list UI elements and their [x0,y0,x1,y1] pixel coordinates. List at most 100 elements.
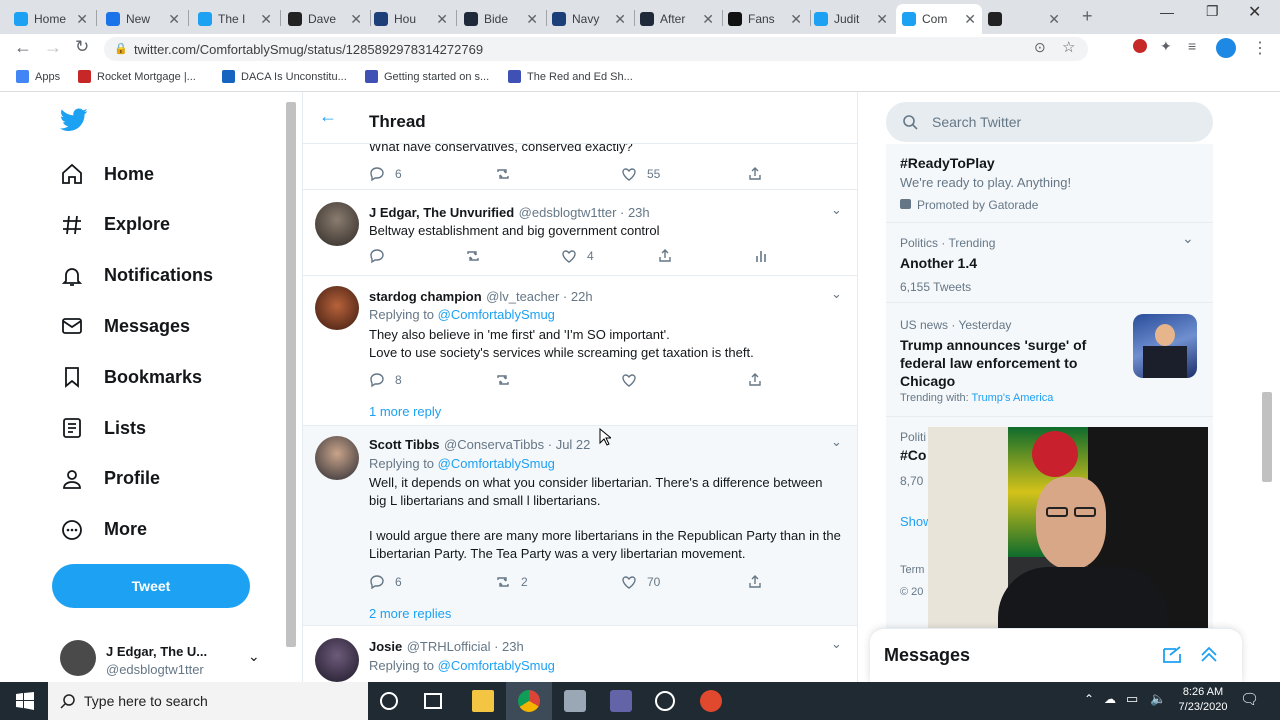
retweet-button[interactable]: 2 [495,574,621,590]
back-arrow-icon[interactable]: ← [319,106,337,127]
browser-tab[interactable]: After ✕ [634,4,720,34]
tweet-author[interactable]: J Edgar, The Unvurified [369,205,514,220]
trend-meta-link[interactable]: Trump's America [972,392,1054,404]
browser-tab[interactable]: Navy ✕ [546,4,632,34]
browser-tab[interactable]: Hou ✕ [368,4,454,34]
reply-button[interactable]: 6 [369,574,495,590]
tab-close-icon[interactable]: ✕ [964,11,976,28]
browser-tab[interactable]: Bide ✕ [458,4,544,34]
tab-close-icon[interactable]: ✕ [526,11,538,28]
new-message-icon[interactable] [1162,645,1184,665]
sidebar-item-notifications[interactable]: Notifications [60,264,213,288]
tweet-item[interactable]: stardog champion @lv_teacher · 22h ⌄ Rep… [303,276,857,426]
chrome-taskbar-active[interactable] [506,682,552,720]
bookmark-item[interactable]: The Red and Ed Sh... [508,70,633,83]
sidebar-item-explore[interactable]: Explore [60,213,170,237]
retweet-button[interactable] [465,248,561,264]
clock[interactable]: 8:26 AM 7/23/2020 [1174,685,1232,715]
menu-kebab-icon[interactable]: ⋮ [1252,38,1268,58]
analytics-button[interactable] [753,248,793,264]
share-button[interactable] [747,372,857,388]
windows-start-icon[interactable] [16,692,34,710]
share-button[interactable] [747,166,857,182]
mention-link[interactable]: @ComfortablySmug [438,456,555,471]
trend-title[interactable]: #Co [900,446,926,464]
new-tab-button[interactable]: + [1082,6,1093,27]
location-icon[interactable]: ⊙ [1034,39,1046,56]
chevron-down-icon[interactable]: ⌄ [831,434,842,450]
bookmark-item[interactable]: Getting started on s... [365,70,489,83]
like-button[interactable] [621,372,747,388]
browser-tab[interactable]: Judit ✕ [808,4,894,34]
tab-close-icon[interactable]: ✕ [1048,11,1060,28]
notification-center-icon[interactable]: 🗨 [1240,690,1259,708]
chevron-down-icon[interactable]: ⌄ [831,286,842,302]
chevron-down-icon[interactable]: ⌄ [1182,230,1194,247]
tweet-item[interactable]: Josie @TRHLofficial · 23h ⌄ Replying to … [303,626,857,682]
browser-tab[interactable]: The I ✕ [192,4,278,34]
tab-close-icon[interactable]: ✕ [168,11,180,28]
browser-tab[interactable]: New ✕ [100,4,186,34]
app-icon[interactable] [610,690,632,712]
back-arrow-icon[interactable]: ← [14,37,32,58]
chevron-down-icon[interactable]: ⌄ [831,636,842,652]
tab-close-icon[interactable]: ✕ [790,11,802,28]
tab-close-icon[interactable]: ✕ [614,11,626,28]
browser-tab[interactable]: Dave ✕ [282,4,368,34]
task-view-icon[interactable] [424,693,442,709]
sidebar-item-lists[interactable]: Lists [60,416,146,440]
minimize-button[interactable]: — [1160,4,1174,20]
star-icon[interactable]: ☆ [1062,38,1075,56]
tweet-item[interactable]: J Edgar, The Unvurified @edsblogtw1tter … [303,190,857,276]
playlist-icon[interactable]: ≡ [1188,38,1196,54]
sidebar-item-home[interactable]: Home [60,162,154,186]
mention-link[interactable]: @ComfortablySmug [438,307,555,322]
extension-icon[interactable] [1133,39,1147,53]
sidebar-item-bookmarks[interactable]: Bookmarks [60,365,202,389]
reply-button[interactable] [369,248,465,264]
page-scrollbar[interactable] [286,102,296,647]
tab-close-icon[interactable]: ✕ [876,11,888,28]
search-box[interactable]: Search Twitter [886,102,1213,142]
monitor-icon[interactable]: ▭ [1126,691,1138,707]
mention-link[interactable]: @ComfortablySmug [438,658,555,673]
tab-close-icon[interactable]: ✕ [702,11,714,28]
like-button[interactable]: 70 [621,574,747,590]
show-more-replies-link[interactable]: 1 more reply [369,404,441,419]
bookmark-item[interactable]: Rocket Mortgage |... [78,70,196,83]
show-more-replies-link[interactable]: 2 more replies [369,606,451,621]
browser-tab[interactable]: ✕ [982,4,1066,34]
tweet-author[interactable]: Scott Tibbs [369,437,440,452]
tab-close-icon[interactable]: ✕ [350,11,362,28]
window-close-button[interactable]: ✕ [1248,2,1261,22]
app-icon[interactable] [700,690,722,712]
chevron-up-icon[interactable]: ⌃ [1084,692,1094,706]
retweet-button[interactable] [495,166,621,182]
tweet-author[interactable]: stardog champion [369,289,482,304]
maximize-button[interactable]: ❐ [1206,3,1219,20]
like-button[interactable]: 55 [621,166,747,182]
network-icon[interactable]: ☁ [1104,692,1116,706]
tweet-item[interactable]: Scott Tibbs @ConservaTibbs · Jul 22 ⌄ Re… [303,426,857,626]
trend-title[interactable]: Another 1.4 [900,254,977,272]
app-icon[interactable] [655,691,675,711]
chevron-down-icon[interactable]: ⌄ [831,202,842,218]
trend-title[interactable]: #ReadyToPlay [900,154,995,172]
right-scrollbar[interactable] [1262,392,1272,482]
twitter-logo-icon[interactable] [60,108,88,132]
browser-tab[interactable]: Com ✕ [896,4,982,34]
messages-drawer[interactable]: Messages [870,628,1242,682]
app-icon[interactable] [564,690,586,712]
cortana-icon[interactable] [380,692,398,710]
reply-button[interactable]: 6 [369,166,495,182]
retweet-button[interactable] [495,372,621,388]
tweet-button[interactable]: Tweet [52,564,250,608]
file-explorer-icon[interactable] [472,690,494,712]
bookmark-item[interactable]: Apps [16,70,60,83]
expand-up-icon[interactable] [1198,643,1220,665]
tab-close-icon[interactable]: ✕ [436,11,448,28]
volume-icon[interactable]: 🔈 [1150,691,1166,707]
account-switcher[interactable]: J Edgar, The U... @edsblogtw1tter ⌄ [52,632,272,682]
reply-button[interactable]: 8 [369,372,495,388]
sidebar-item-messages[interactable]: Messages [60,314,190,338]
